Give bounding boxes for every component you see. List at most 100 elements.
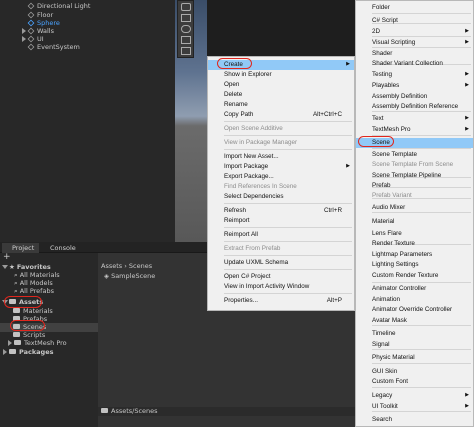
menu-item-label: GUI Skin: [372, 368, 398, 375]
menu-item-label: Delete: [224, 91, 243, 98]
menu-item[interactable]: Select Dependencies: [208, 192, 354, 202]
create-menu-item[interactable]: Custom Render Texture: [356, 271, 473, 281]
create-menu-item[interactable]: Audio Mixer: [356, 203, 473, 213]
submenu-arrow-icon: ▶: [465, 28, 469, 34]
menu-item[interactable]: Reimport: [208, 216, 354, 226]
create-menu-item[interactable]: Text ▶: [356, 114, 473, 124]
menu-item-label: Material: [372, 218, 395, 225]
menu-item[interactable]: Rename: [208, 100, 354, 110]
create-highlight-ring: [217, 58, 252, 69]
asset-file-label: SampleScene: [111, 272, 156, 280]
menu-item[interactable]: Open: [208, 80, 354, 90]
menu-item[interactable]: Show in Explorer: [208, 70, 354, 80]
create-menu-item[interactable]: Assembly Definition: [356, 92, 473, 102]
menu-item: View in Package Manager: [208, 138, 354, 148]
folder-item[interactable]: TextMesh Pro: [8, 339, 67, 348]
tab-console[interactable]: Console: [40, 243, 81, 253]
expand-arrow-icon[interactable]: [22, 28, 26, 34]
expand-arrow-icon[interactable]: [3, 349, 7, 355]
menu-item-label: Playables: [372, 82, 400, 89]
create-menu-item[interactable]: 2D ▶: [356, 27, 473, 37]
create-menu-item[interactable]: Animation: [356, 295, 473, 305]
create-menu-item[interactable]: Playables ▶: [356, 81, 473, 91]
create-menu-item[interactable]: Render Texture: [356, 239, 473, 249]
create-menu-item[interactable]: C# Script: [356, 16, 473, 26]
menu-item: Extract From Prefab: [208, 244, 354, 254]
create-menu-item[interactable]: Scene Template Pipeline: [356, 171, 473, 181]
create-menu-item: Prefab Variant: [356, 191, 473, 201]
star-icon: ★: [9, 263, 15, 271]
menu-item[interactable]: Copy Path Alt+Ctrl+C: [208, 110, 354, 120]
hierarchy-item[interactable]: Directional Light: [27, 2, 90, 11]
favorite-item-label: All Materials: [19, 271, 60, 279]
menu-item[interactable]: Export Package...: [208, 172, 354, 182]
create-menu-item[interactable]: Scene Template: [356, 150, 473, 160]
menu-separator: [224, 293, 352, 294]
expand-arrow-icon[interactable]: [8, 340, 12, 346]
add-button[interactable]: +: [3, 253, 11, 262]
create-menu-item[interactable]: Shader Variant Collection: [356, 59, 473, 69]
menu-item[interactable]: Update UXML Schema: [208, 258, 354, 268]
menu-item-label: Prefab: [372, 182, 391, 189]
create-menu-item[interactable]: Animator Override Controller: [356, 305, 473, 315]
menu-item-label: Open: [224, 81, 240, 88]
create-menu-item[interactable]: Lighting Settings: [356, 260, 473, 270]
breadcrumb-assets[interactable]: Assets: [101, 262, 122, 270]
hand-tool-icon[interactable]: [181, 3, 191, 11]
menu-item-label: Scene Template Pipeline: [372, 172, 442, 179]
rect-tool-icon[interactable]: [181, 47, 191, 55]
menu-item-label: Custom Render Texture: [372, 272, 439, 279]
menu-item[interactable]: View in Import Activity Window: [208, 282, 354, 292]
create-menu-item[interactable]: Legacy ▶: [356, 391, 473, 401]
packages-folder[interactable]: Packages: [3, 348, 53, 357]
create-menu-item[interactable]: Physic Material: [356, 353, 473, 363]
menu-separator: [224, 135, 352, 136]
expand-arrow-icon[interactable]: [2, 265, 8, 269]
create-submenu: Folder C# Script 2D ▶ Visual Scripting ▶ Shade…: [355, 0, 474, 427]
menu-item[interactable]: Open C# Project: [208, 272, 354, 282]
hierarchy-item[interactable]: EventSystem: [27, 43, 80, 52]
menu-item[interactable]: Delete: [208, 90, 354, 100]
menu-item-label: Import New Asset...: [224, 153, 279, 160]
menu-item: Open Scene Additive: [208, 124, 354, 134]
asset-file[interactable]: ◈ SampleScene: [104, 272, 155, 281]
create-menu-item[interactable]: Lens Flare: [356, 229, 473, 239]
create-menu-item[interactable]: TextMesh Pro ▶: [356, 125, 473, 135]
create-menu-item[interactable]: Material: [356, 217, 473, 227]
create-menu-item[interactable]: Prefab: [356, 181, 473, 191]
menu-item-label: Animator Controller: [372, 285, 427, 292]
menu-item[interactable]: Import New Asset...: [208, 152, 354, 162]
create-menu-item[interactable]: GUI Skin: [356, 367, 473, 377]
menu-item[interactable]: Refresh Ctrl+R: [208, 206, 354, 216]
create-menu-item[interactable]: Testing ▶: [356, 70, 473, 80]
hierarchy-item-label: Sphere: [37, 19, 60, 27]
folder-icon: [9, 349, 16, 354]
create-menu-item[interactable]: Visual Scripting ▶: [356, 38, 473, 48]
create-menu-item[interactable]: Timeline: [356, 329, 473, 339]
footer-path-label: Assets/Scenes: [111, 407, 158, 415]
move-tool-icon[interactable]: [181, 14, 191, 22]
create-menu-item[interactable]: Custom Font: [356, 377, 473, 387]
create-menu-item[interactable]: Folder: [356, 3, 473, 13]
menu-item[interactable]: Properties... Alt+P: [208, 296, 354, 306]
create-menu-item[interactable]: Search: [356, 415, 473, 425]
menu-item[interactable]: Reimport All: [208, 230, 354, 240]
create-menu-item[interactable]: Assembly Definition Reference: [356, 102, 473, 112]
favorite-item[interactable]: ⌕ All Prefabs: [14, 287, 54, 296]
menu-item-label: Testing: [372, 71, 392, 78]
menu-separator: [224, 227, 352, 228]
breadcrumb-separator: ›: [122, 262, 129, 270]
create-menu-item[interactable]: Avatar Mask: [356, 316, 473, 326]
breadcrumb-scenes[interactable]: Scenes: [129, 262, 152, 270]
create-menu-item[interactable]: Lightmap Parameters: [356, 250, 473, 260]
create-menu-item[interactable]: Shader: [356, 49, 473, 59]
menu-shortcut: Ctrl+R: [323, 207, 342, 214]
create-menu-item[interactable]: Signal: [356, 340, 473, 350]
create-menu-item[interactable]: Animator Controller: [356, 284, 473, 294]
scale-tool-icon[interactable]: [181, 36, 191, 44]
create-menu-item[interactable]: UI Toolkit ▶: [356, 402, 473, 412]
folder-item-label: Scripts: [23, 331, 46, 339]
menu-item[interactable]: Import Package ▶: [208, 162, 354, 172]
rotate-tool-icon[interactable]: [181, 25, 191, 33]
expand-arrow-icon[interactable]: [22, 36, 26, 42]
